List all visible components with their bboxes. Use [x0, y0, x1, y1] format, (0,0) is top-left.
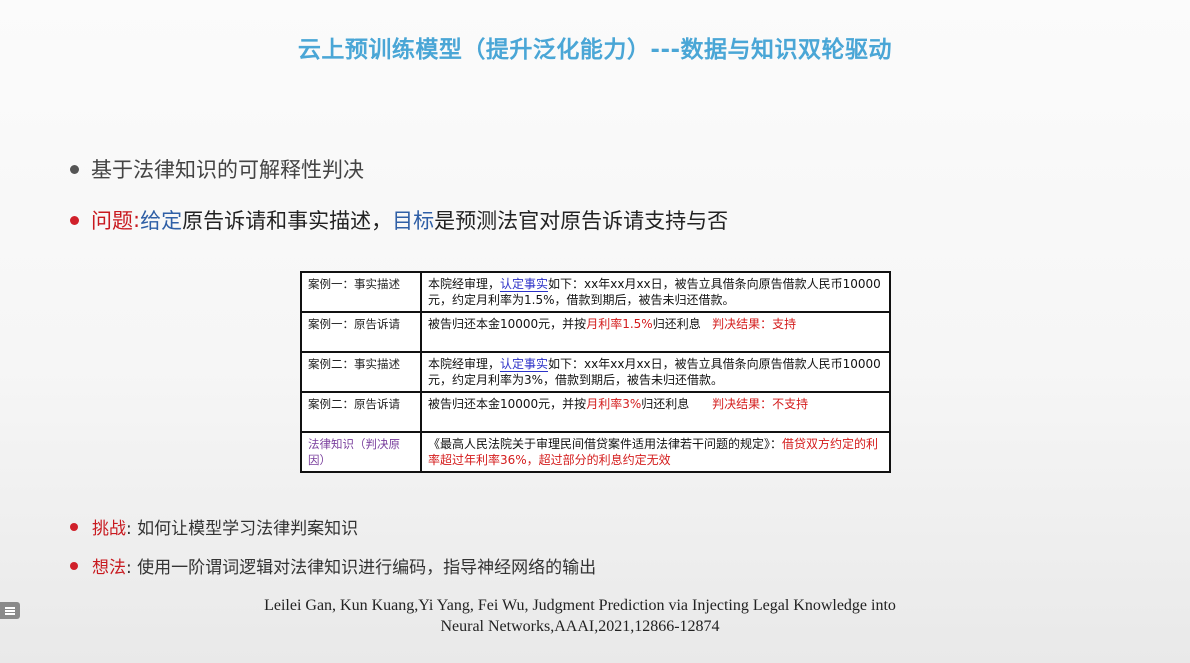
- bullet-dot-icon: [70, 522, 78, 531]
- content-text: 被告归还本金10000元，并按: [428, 397, 587, 411]
- citation: Leilei Gan, Kun Kuang,Yi Yang, Fei Wu, J…: [0, 595, 1160, 637]
- bullet-idea: 想法: 使用一阶谓词逻辑对法律知识进行编码，指导神经网络的输出: [70, 553, 596, 578]
- verdict-text: 判决结果：支持: [712, 317, 797, 331]
- highlight-rate: 月利率3%: [586, 397, 642, 411]
- bullet-dot-icon: [70, 561, 78, 570]
- verdict-text: 判决结果：不支持: [712, 397, 809, 411]
- given-label: 给定: [140, 209, 183, 233]
- row-label: 案例二：事实描述: [300, 351, 422, 393]
- table-row: 案例一：事实描述 本院经审理，认定事实如下：xx年xx月xx日，被告立具借条向原…: [300, 271, 891, 313]
- content-text: 归还利息: [641, 397, 690, 411]
- problem-text-1: 原告诉请和事实描述，: [182, 209, 393, 233]
- row-label: 案例一：原告诉请: [300, 311, 422, 353]
- row-content: 《最高人民法院关于审理民间借贷案件适用法律若干问题的规定》：借贷双方约定的利率超…: [420, 431, 891, 473]
- row-content: 被告归还本金10000元，并按月利率3%归还利息 判决结果：不支持: [420, 391, 891, 433]
- menu-icon: [5, 606, 15, 615]
- slide-title: 云上预训练模型（提升泛化能力）---数据与知识双轮驱动: [297, 37, 893, 63]
- table-row: 案例二：事实描述 本院经审理，认定事实如下：xx年xx月xx日，被告立具借条向原…: [300, 351, 891, 393]
- side-menu-button[interactable]: [0, 602, 20, 619]
- idea-label: 想法: [92, 558, 126, 578]
- bullet-text: 基于法律知识的可解释性判决: [91, 158, 364, 182]
- row-content: 被告归还本金10000元，并按月利率1.5%归还利息 判决结果：支持: [420, 311, 891, 353]
- problem-text-2: 是预测法官对原告诉请支持与否: [434, 209, 729, 233]
- bullet-problem: 问题: 给定 原告诉请和事实描述， 目标 是预测法官对原告诉请支持与否: [70, 205, 728, 235]
- bullet-dot-icon: [70, 215, 79, 225]
- challenge-text: : 如何让模型学习法律判案知识: [126, 519, 359, 539]
- citation-line: Neural Networks,AAAI,2021,12866-12874: [440, 618, 720, 635]
- row-content: 本院经审理，认定事实如下：xx年xx月xx日，被告立具借条向原告借款人民币100…: [420, 351, 891, 393]
- row-label: 案例一：事实描述: [300, 271, 422, 313]
- highlight-rate: 月利率1.5%: [586, 317, 653, 331]
- highlight-fact: 认定事实: [500, 277, 549, 292]
- bullet-explainable-judgment: 基于法律知识的可解释性判决: [70, 154, 364, 184]
- content-text: 归还利息: [652, 317, 701, 331]
- row-label: 案例二：原告诉请: [300, 391, 422, 433]
- highlight-fact: 认定事实: [500, 357, 549, 372]
- row-content: 本院经审理，认定事实如下：xx年xx月xx日，被告立具借条向原告借款人民币100…: [420, 271, 891, 313]
- table-row: 案例一：原告诉请 被告归还本金10000元，并按月利率1.5%归还利息 判决结果…: [300, 311, 891, 353]
- idea-text: : 使用一阶谓词逻辑对法律知识进行编码，指导神经网络的输出: [126, 558, 597, 578]
- content-text: 本院经审理，: [428, 277, 501, 291]
- row-label: 法律知识（判决原因）: [300, 431, 422, 473]
- table-row: 法律知识（判决原因） 《最高人民法院关于审理民间借贷案件适用法律若干问题的规定》…: [300, 431, 891, 473]
- citation-line: Leilei Gan, Kun Kuang,Yi Yang, Fei Wu, J…: [264, 597, 896, 614]
- content-text: 《最高人民法院关于审理民间借贷案件适用法律若干问题的规定》：: [428, 437, 783, 451]
- problem-label: 问题: [91, 209, 133, 233]
- content-text: 本院经审理，: [428, 357, 501, 371]
- content-text: 被告归还本金10000元，并按: [428, 317, 587, 331]
- goal-label: 目标: [392, 209, 435, 233]
- bullet-challenge: 挑战: 如何让模型学习法律判案知识: [70, 514, 358, 539]
- table-row: 案例二：原告诉请 被告归还本金10000元，并按月利率3%归还利息 判决结果：不…: [300, 391, 891, 433]
- problem-colon: :: [133, 208, 141, 232]
- case-table: 案例一：事实描述 本院经审理，认定事实如下：xx年xx月xx日，被告立具借条向原…: [300, 271, 891, 473]
- bullet-dot-icon: [70, 164, 79, 174]
- challenge-label: 挑战: [92, 519, 126, 539]
